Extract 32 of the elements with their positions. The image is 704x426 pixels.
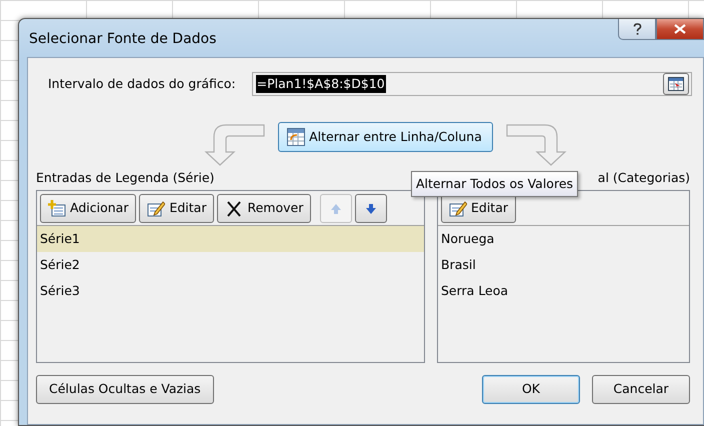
list-item[interactable]: Série3 xyxy=(37,278,424,304)
switch-row-column-button[interactable]: Alternar entre Linha/Coluna xyxy=(278,122,493,152)
edit-button[interactable]: Editar xyxy=(441,194,516,223)
tooltip: Alternar Todos os Valores xyxy=(411,171,578,197)
plus-list-icon xyxy=(48,200,66,218)
data-range-field[interactable]: =Plan1!$A$8:$D$10 xyxy=(252,72,692,96)
list-item[interactable]: Série2 xyxy=(37,252,424,278)
list-item[interactable]: Série1 xyxy=(37,226,424,252)
remove-button[interactable]: Remover xyxy=(217,194,312,223)
close-button[interactable] xyxy=(656,19,704,40)
list-item[interactable]: Noruega xyxy=(438,226,689,252)
edit-icon xyxy=(147,200,166,218)
help-icon xyxy=(632,22,642,36)
pane-title: al (Categorias) xyxy=(598,169,690,188)
range-select-icon xyxy=(668,77,684,91)
x-icon xyxy=(225,200,244,218)
cancel-button[interactable]: Cancelar xyxy=(592,375,690,404)
collapse-dialog-button[interactable] xyxy=(663,73,689,95)
move-down-button[interactable] xyxy=(355,194,388,223)
list-item[interactable]: Serra Leoa xyxy=(438,278,689,304)
pane-title: Entradas de Legenda (Série) xyxy=(36,169,214,188)
field-label: Intervalo de dados do gráfico: xyxy=(48,74,236,93)
ok-button[interactable]: OK xyxy=(482,375,580,404)
window-title: Selecionar Fonte de Dados xyxy=(29,30,216,48)
help-button[interactable] xyxy=(618,19,656,40)
edit-button[interactable]: Editar xyxy=(139,194,214,223)
close-icon xyxy=(674,24,686,34)
table-switch-icon xyxy=(287,128,306,146)
list-item[interactable]: Brasil xyxy=(438,252,689,278)
hidden-empty-cells-button[interactable]: Células Ocultas e Vazias xyxy=(36,375,214,404)
edit-icon xyxy=(449,200,467,218)
add-button[interactable]: Adicionar xyxy=(40,194,136,223)
